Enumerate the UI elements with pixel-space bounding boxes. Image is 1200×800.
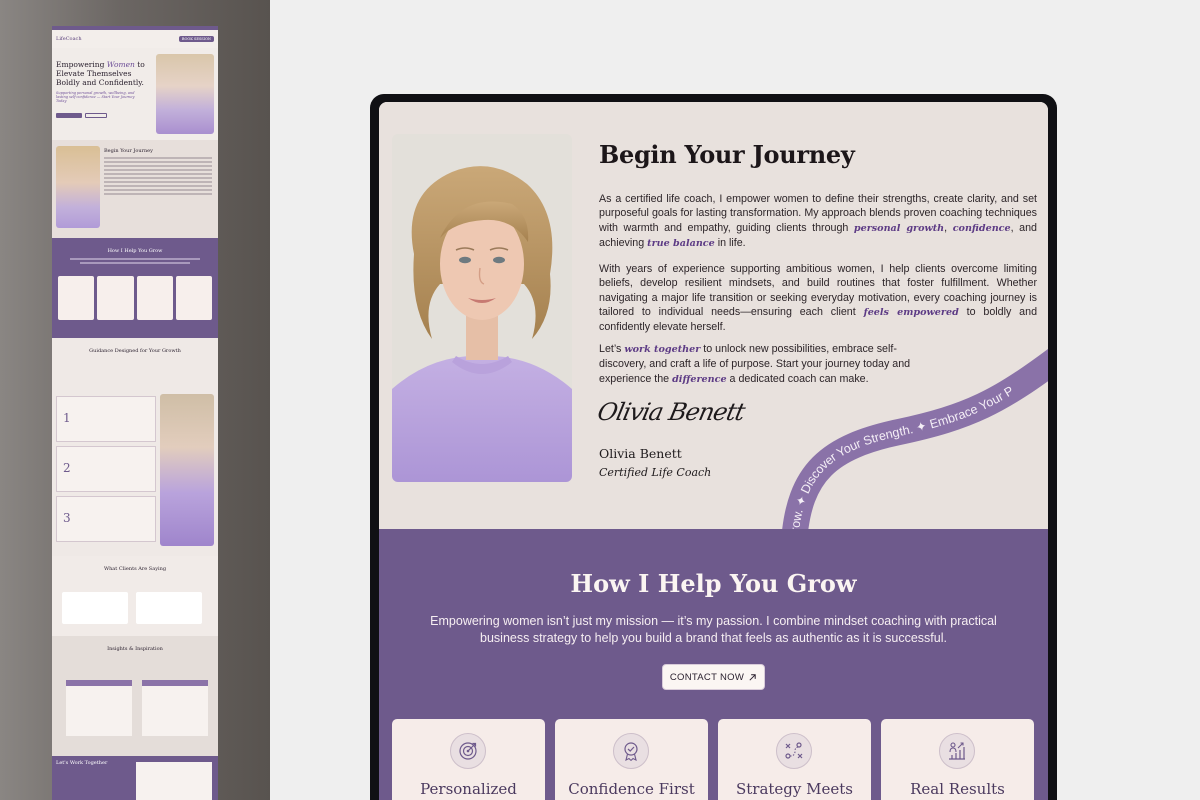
coach-name: Olivia Benett [599, 446, 682, 461]
service-cards: Personalized Approach Confidence First S… [392, 719, 1035, 800]
thumbnail-card [175, 276, 212, 320]
thumbnail-article-card [142, 680, 208, 736]
thumbnail-guidance-section: Guidance Designed for Your Growth 1 2 3 [52, 338, 218, 556]
accent-work-together: work together [624, 344, 701, 355]
coach-portrait [392, 134, 572, 482]
thumbnail-grow-title: How I Help You Grow [107, 248, 163, 254]
signature: Olivia Benett [595, 398, 747, 426]
journey-title: Begin Your Journey [599, 140, 855, 169]
service-card-confidence[interactable]: Confidence First [555, 719, 708, 800]
accent-true-balance: true balance [647, 237, 715, 249]
service-card-label: Confidence First [568, 780, 695, 798]
thumbnail-begin-section: Begin Your Journey [52, 140, 218, 238]
journey-paragraph-3: Let’s work together to unlock new possib… [599, 343, 911, 385]
strategy-icon [785, 742, 803, 759]
thumbnail-insights-section: Insights & Inspiration [52, 636, 218, 756]
grow-subtitle: Empowering women isn’t just my mission —… [430, 614, 997, 645]
thumbnail-service-box: 2 [56, 446, 156, 492]
page-thumbnail[interactable]: LifeCoach BOOK SESSION Empowering Women … [52, 26, 218, 800]
help-you-grow-section: How I Help You Grow Empowering women isn… [379, 529, 1048, 800]
thumbnail-hero: Empowering Women to Elevate Themselves B… [52, 48, 218, 140]
tablet-screen: Begin Your Journey As a certified life c… [379, 102, 1048, 800]
arrow-up-right-icon [749, 673, 756, 681]
thumbnail-hero-photo [156, 54, 214, 134]
accent-feels-empowered: feels empowered [863, 306, 959, 318]
thumbnail-insights-title: Insights & Inspiration [107, 646, 163, 652]
badge-icon [624, 742, 638, 762]
coach-role: Certified Life Coach [599, 466, 712, 479]
thumbnail-begin-title: Begin Your Journey [104, 148, 153, 154]
service-card-results[interactable]: Real Results [881, 719, 1034, 800]
thumbnail-hero-button-outline [85, 113, 107, 118]
thumbnail-guidance-title: Guidance Designed for Your Growth [89, 348, 181, 354]
accent-difference: difference [672, 373, 727, 385]
begin-journey-section: Begin Your Journey As a certified life c… [379, 102, 1048, 529]
thumbnail-card [97, 276, 134, 320]
thumbnail-brand: LifeCoach [56, 36, 82, 42]
thumbnail-hero-title: Empowering Women to Elevate Themselves B… [56, 60, 145, 87]
thumbnail-clients-title: What Clients Are Saying [103, 566, 167, 572]
accent-personal-growth: personal growth [853, 222, 945, 234]
thumbnail-card [136, 276, 173, 320]
target-icon [459, 742, 477, 760]
service-card-personalized[interactable]: Personalized Approach [392, 719, 545, 800]
contact-now-label: CONTACT NOW [669, 671, 745, 683]
tablet-frame: Begin Your Journey As a certified life c… [370, 94, 1057, 800]
thumbnail-service-box: 1 [56, 396, 156, 442]
thumbnail-contact-section: Let's Work Together [52, 756, 218, 800]
service-card-label: Strategy Meets Soul [735, 780, 853, 800]
preview-rail: LifeCoach BOOK SESSION Empowering Women … [0, 0, 270, 800]
contact-now-button[interactable]: CONTACT NOW [662, 664, 765, 690]
journey-paragraph-1: As a certified life coach, I empower wom… [599, 193, 1037, 249]
thumbnail-testimonial [136, 592, 202, 624]
thumbnail-portrait [56, 146, 100, 228]
grow-title: How I Help You Grow [570, 569, 857, 598]
ribbon-text: rrow. ✦ Discover Your Strength. ✦ Embrac… [788, 383, 1017, 529]
accent-confidence: confidence [952, 222, 1011, 234]
thumbnail-card [58, 276, 95, 320]
thumbnail-guidance-photo [160, 394, 214, 546]
thumbnail-clients-section: What Clients Are Saying [52, 556, 218, 636]
thumbnail-nav-cta: BOOK SESSION [178, 36, 214, 42]
thumbnail-hero-subtitle: Supporting personal growth, wellbeing, a… [56, 91, 135, 103]
service-card-label: Personalized Approach [420, 780, 517, 800]
journey-paragraph-2: With years of experience supporting ambi… [599, 263, 1038, 334]
service-card-strategy[interactable]: Strategy Meets Soul [718, 719, 871, 800]
thumbnail-service-box: 3 [56, 496, 156, 542]
growth-icon [949, 742, 965, 760]
thumbnail-grow-section: How I Help You Grow [52, 238, 218, 338]
service-card-label: Real Results [910, 780, 1005, 798]
thumbnail-contact-form [136, 762, 212, 800]
thumbnail-nav: LifeCoach BOOK SESSION [52, 30, 218, 48]
thumbnail-testimonial [62, 592, 128, 624]
thumbnail-article-card [66, 680, 132, 736]
thumbnail-hero-button [56, 113, 82, 118]
